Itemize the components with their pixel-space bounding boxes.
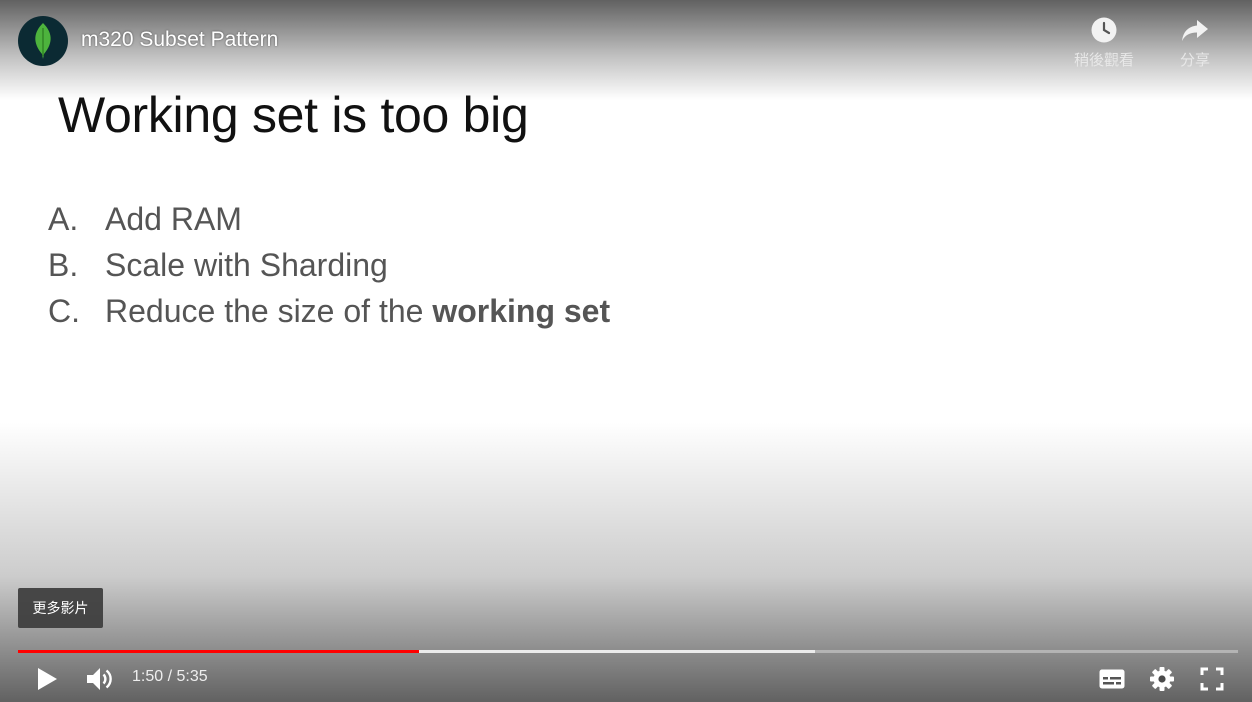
play-icon	[38, 668, 57, 690]
progress-bar[interactable]	[18, 650, 1238, 653]
fullscreen-icon	[1200, 667, 1224, 691]
slide-list: A. Add RAM B. Scale with Sharding C. Red…	[48, 196, 610, 334]
share-arrow-icon	[1182, 20, 1208, 41]
clock-icon	[1091, 17, 1117, 43]
settings-button[interactable]	[1146, 664, 1178, 694]
watch-later-button[interactable]: 稍後觀看	[1064, 16, 1144, 70]
volume-button[interactable]	[82, 664, 118, 694]
gear-icon	[1150, 667, 1174, 691]
slide-item-a: A. Add RAM	[48, 196, 610, 242]
slide-item-bold-text: working set	[432, 292, 611, 329]
play-button[interactable]	[30, 664, 64, 694]
share-label: 分享	[1179, 51, 1210, 69]
progress-played	[18, 650, 420, 653]
channel-avatar[interactable]	[18, 16, 68, 66]
video-player[interactable]: Working set is too big A. Add RAM B. Sca…	[0, 0, 1252, 702]
duration: 5:35	[176, 668, 208, 685]
slide-item-text: Add RAM	[105, 200, 242, 237]
current-time: 1:50	[132, 668, 164, 685]
watch-later-label: 稍後觀看	[1073, 51, 1134, 69]
share-button[interactable]: 分享	[1155, 16, 1235, 70]
subtitles-icon	[1099, 669, 1125, 689]
video-title[interactable]: m320 Subset Pattern	[81, 28, 278, 52]
time-separator: /	[163, 668, 177, 685]
slide-item-letter: A.	[48, 200, 79, 237]
slide-item-letter: B.	[48, 246, 79, 283]
volume-icon	[87, 668, 112, 690]
slide-item-c: C. Reduce the size of the working set	[48, 288, 610, 334]
slide-title: Working set is too big	[58, 87, 529, 143]
fullscreen-button[interactable]	[1196, 664, 1228, 694]
slide-item-text: Scale with Sharding	[105, 246, 388, 283]
more-videos-button[interactable]: 更多影片	[18, 588, 103, 628]
bottom-gradient	[0, 422, 1252, 702]
mongodb-leaf-icon	[35, 23, 51, 59]
slide-item-b: B. Scale with Sharding	[48, 242, 610, 288]
subtitles-button[interactable]	[1096, 664, 1128, 694]
slide-item-text: Reduce the size of the	[105, 292, 433, 329]
time-display: 1:50 / 5:35	[132, 668, 208, 686]
slide-item-letter: C.	[48, 292, 80, 329]
